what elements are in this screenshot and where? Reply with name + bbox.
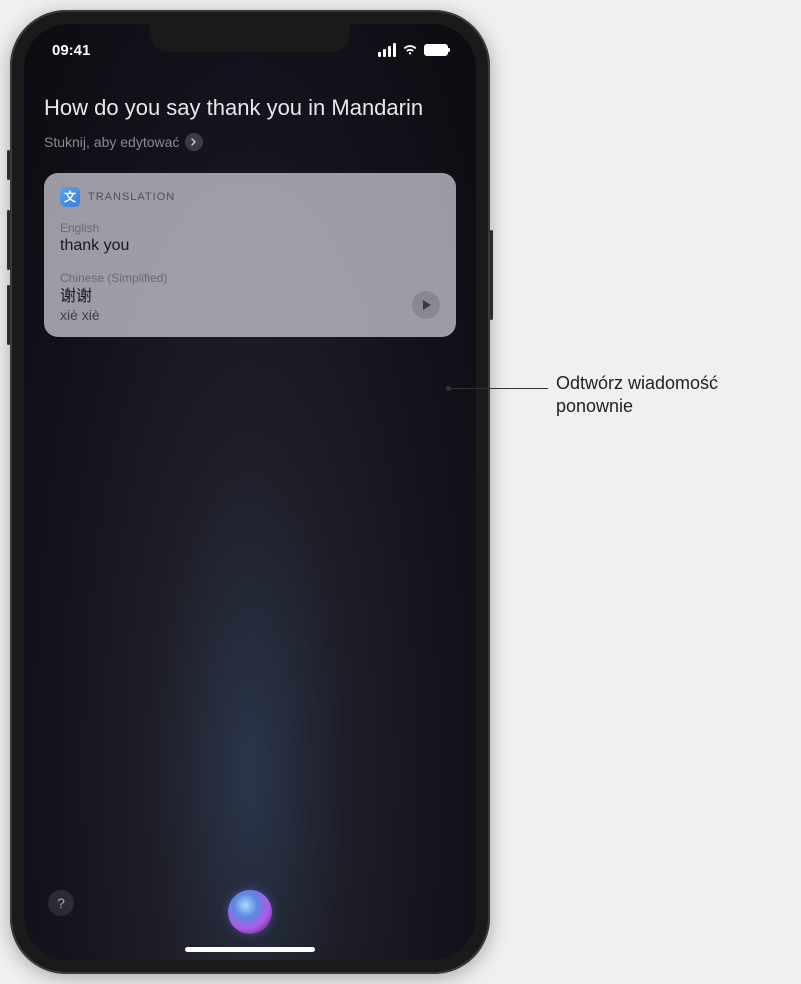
volume-up-button[interactable] xyxy=(7,210,10,270)
chevron-right-icon xyxy=(185,133,203,151)
wifi-icon xyxy=(402,42,418,58)
tap-to-edit[interactable]: Stuknij, aby edytować xyxy=(44,133,456,151)
callout-label: Odtwórz wiadomość ponownie xyxy=(556,372,718,419)
mute-switch[interactable] xyxy=(7,150,10,180)
translation-app-icon: 文 xyxy=(60,187,80,207)
battery-icon xyxy=(424,44,448,56)
side-button[interactable] xyxy=(490,230,493,320)
phone-frame: 09:41 How do you say thank you in Mandar… xyxy=(10,10,490,974)
cellular-signal-icon xyxy=(378,43,396,57)
siri-orb[interactable] xyxy=(228,890,272,934)
help-button[interactable]: ? xyxy=(48,890,74,916)
target-language-label: Chinese (Simplified) xyxy=(60,271,440,285)
siri-content: How do you say thank you in Mandarin Stu… xyxy=(24,64,476,337)
status-time: 09:41 xyxy=(52,42,90,59)
screen: 09:41 How do you say thank you in Mandar… xyxy=(24,24,476,960)
source-text: thank you xyxy=(60,237,440,255)
card-header: 文 TRANSLATION xyxy=(60,187,440,207)
target-text: 谢谢 xyxy=(60,287,100,308)
callout-leader-line xyxy=(448,388,548,389)
status-indicators xyxy=(378,42,448,58)
play-button[interactable] xyxy=(412,291,440,319)
target-text-block: 谢谢 xiè xiè xyxy=(60,287,100,324)
source-language-label: English xyxy=(60,221,440,235)
user-query[interactable]: How do you say thank you in Mandarin xyxy=(44,94,456,123)
volume-down-button[interactable] xyxy=(7,285,10,345)
card-title: TRANSLATION xyxy=(88,191,175,203)
target-romanization: xiè xiè xyxy=(60,307,100,323)
edit-hint-label: Stuknij, aby edytować xyxy=(44,134,179,150)
play-icon xyxy=(423,300,431,310)
home-indicator[interactable] xyxy=(185,947,315,952)
translation-card: 文 TRANSLATION English thank you Chinese … xyxy=(44,173,456,338)
notch xyxy=(150,24,350,52)
